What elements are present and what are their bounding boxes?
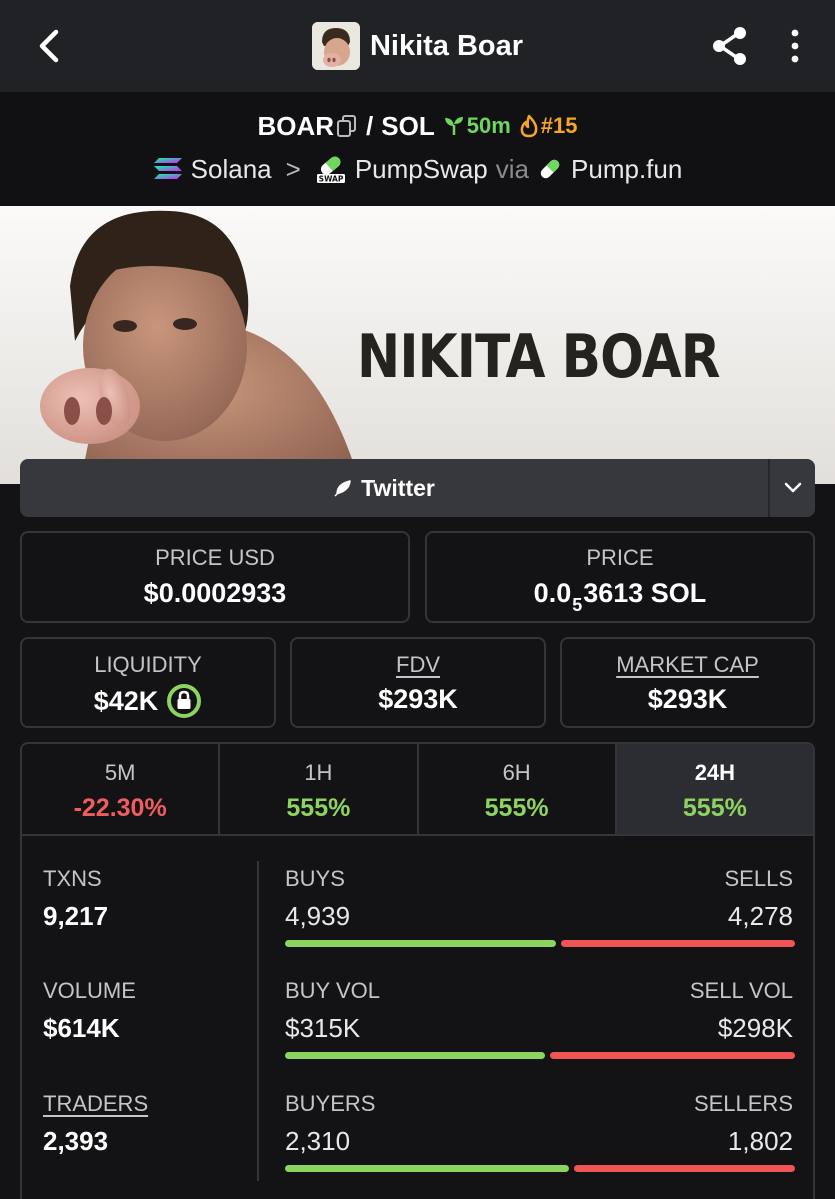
- banner-title: NIKITA BOAR: [357, 322, 721, 392]
- svg-text:SWAP: SWAP: [318, 175, 343, 184]
- buys-bar: [285, 940, 556, 947]
- liquidity-card: LIQUIDITY $42K: [20, 637, 276, 728]
- trending-rank-value: #15: [540, 113, 578, 138]
- social-links-bar: Twitter: [20, 459, 815, 517]
- breadcrumb: Solana > SWAP PumpSwap via Pump.fun: [0, 152, 835, 186]
- txns-label: TXNS: [43, 866, 102, 891]
- traders-value: 2,393: [43, 1126, 109, 1156]
- via-label: via: [495, 153, 530, 184]
- price-change-value: 555%: [286, 794, 351, 822]
- price-change-value: 555%: [484, 794, 549, 822]
- tab-label: 5M: [104, 760, 136, 785]
- buyers-bar: [285, 1165, 569, 1172]
- top-nav-bar: Nikita Boar: [0, 0, 835, 92]
- breadcrumb-arrow: >: [285, 153, 301, 184]
- fdv-card: FDV $293K: [290, 637, 546, 728]
- market-cap-value: $293K: [647, 684, 728, 714]
- price-usd-value: $0.0002933: [143, 578, 287, 608]
- trending-rank: #15: [519, 113, 578, 139]
- pair-age: 50m: [443, 113, 511, 139]
- pair-separator: /: [366, 110, 374, 141]
- liquidity-label: LIQUIDITY: [94, 652, 202, 677]
- copy-icon[interactable]: [336, 114, 358, 138]
- sells-bar: [561, 940, 795, 947]
- twitter-button[interactable]: Twitter: [20, 459, 748, 517]
- price-native-zero-count: 5: [572, 595, 583, 615]
- buyers-value: 2,310: [285, 1126, 351, 1156]
- timeframe-tabs: 5M -22.30% 1H 555% 6H 555% 24H 555%: [20, 742, 815, 836]
- sellers-value: 1,802: [727, 1126, 793, 1156]
- fdv-value: $293K: [378, 684, 458, 714]
- price-native-suffix: 3613 SOL: [583, 578, 707, 608]
- tab-5m[interactable]: 5M -22.30%: [22, 744, 221, 834]
- price-native-prefix: 0.0: [533, 578, 572, 608]
- txns-value: 9,217: [43, 901, 109, 931]
- price-usd-label: PRICE USD: [155, 545, 275, 570]
- tab-label: 6H: [502, 760, 531, 785]
- market-cap-card: MARKET CAP $293K: [560, 637, 815, 728]
- price-change-value: -22.30%: [73, 794, 167, 822]
- liquidity-value-row: $42K: [22, 683, 274, 719]
- twitter-label: Twitter: [361, 474, 435, 501]
- sells-value: 4,278: [727, 901, 793, 931]
- flame-icon: [520, 114, 538, 138]
- more-vert-icon[interactable]: [782, 26, 808, 66]
- pumpswap-icon: SWAP: [316, 156, 345, 184]
- base-token-symbol: BOAR: [257, 110, 335, 141]
- chevron-down-icon[interactable]: [770, 459, 815, 517]
- liquidity-value: $42K: [93, 685, 159, 716]
- market-cap-label[interactable]: MARKET CAP: [562, 652, 813, 678]
- price-usd-card: PRICE USD $0.0002933: [20, 531, 410, 623]
- sellers-bar: [574, 1165, 795, 1172]
- solana-icon: [153, 158, 182, 179]
- buys-label: BUYS: [285, 866, 345, 891]
- tab-6h[interactable]: 6H 555%: [419, 744, 617, 834]
- trade-stats-panel: TXNS 9,217 VOLUME $614K TRADERS 2,393 BU…: [20, 836, 815, 1199]
- feather-icon: [334, 480, 351, 497]
- tab-label: 1H: [304, 760, 333, 785]
- seedling-icon: [444, 117, 463, 135]
- traders-label[interactable]: TRADERS: [43, 1091, 148, 1117]
- lock-icon[interactable]: [166, 683, 202, 719]
- share-icon[interactable]: [708, 24, 752, 68]
- price-native-card: PRICE 0.0 5 3613 SOL: [425, 531, 815, 623]
- token-avatar: [311, 22, 360, 70]
- banner-artwork: [40, 210, 360, 484]
- price-native-value: 0.0 5 3613 SOL: [427, 578, 813, 615]
- tab-1h[interactable]: 1H 555%: [220, 744, 419, 834]
- price-native-label: PRICE: [586, 545, 654, 570]
- quote-token-symbol: SOL: [381, 110, 435, 141]
- price-change-value: 555%: [682, 794, 747, 822]
- sell-vol-bar: [550, 1052, 795, 1059]
- buy-vol-value: $315K: [285, 1013, 361, 1043]
- buyers-label: BUYERS: [285, 1091, 376, 1116]
- dex-link[interactable]: PumpSwap: [355, 154, 488, 185]
- pill-icon: [540, 159, 560, 179]
- sell-vol-label: SELL VOL: [689, 978, 793, 1003]
- volume-label: VOLUME: [43, 978, 136, 1003]
- sell-vol-value: $298K: [717, 1013, 793, 1043]
- page-title: Nikita Boar: [369, 29, 524, 62]
- buy-vol-bar: [285, 1052, 545, 1059]
- token-banner: NIKITA BOAR: [0, 206, 835, 484]
- divider: [257, 861, 259, 1181]
- launchpad-link[interactable]: Pump.fun: [571, 154, 682, 185]
- tab-24h[interactable]: 24H 555%: [616, 744, 813, 834]
- fdv-label[interactable]: FDV: [292, 652, 544, 678]
- buy-vol-label: BUY VOL: [285, 978, 380, 1003]
- tab-label: 24H: [694, 760, 736, 785]
- pair-age-value: 50m: [466, 113, 511, 138]
- pair-line: BOAR / SOL 50m #15: [0, 108, 835, 144]
- chain-link[interactable]: Solana: [191, 154, 272, 185]
- buys-value: 4,939: [285, 901, 351, 931]
- sellers-label: SELLERS: [693, 1091, 793, 1116]
- sells-label: SELLS: [724, 866, 794, 891]
- volume-value: $614K: [43, 1013, 120, 1043]
